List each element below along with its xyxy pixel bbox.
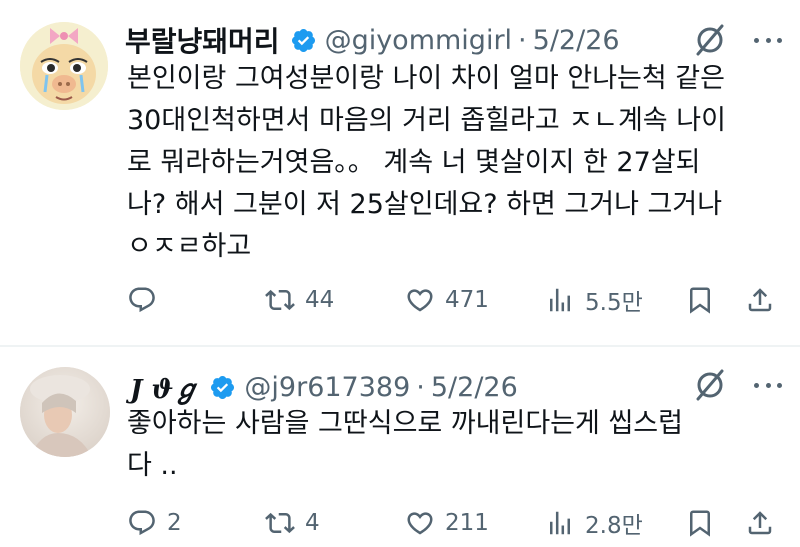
avatar-image — [20, 367, 110, 457]
share-button[interactable] — [745, 503, 775, 543]
bookmark-icon — [690, 510, 710, 537]
tweet-header: J ϑℊ @j9r617389 · 5/2/26 — [130, 367, 518, 407]
action-bar: 2 4 211 2.8만 — [127, 503, 787, 543]
reply-icon — [129, 510, 155, 536]
grok-icon[interactable] — [692, 22, 728, 58]
verified-badge-icon — [291, 28, 315, 52]
reply-count: 2 — [167, 510, 182, 536]
tweet-text-line: 본인이랑 그여성분이랑 나이 차이 얼마 안나는척 같은 — [127, 63, 725, 94]
views-button[interactable]: 2.8만 — [545, 503, 643, 543]
avatar[interactable] — [20, 22, 108, 110]
tweet-text-line: 나? 해서 그분이 저 25살인데요? 하면 그거나 그거나 — [127, 189, 723, 220]
view-count: 5.5만 — [585, 290, 643, 316]
tweet-text-line: 로 뭐라하는거엿음。。 계속 너 몇살이지 한 27살되 — [127, 147, 701, 178]
grok-icon[interactable] — [692, 367, 728, 403]
retweet-button[interactable]: 4 — [265, 503, 320, 543]
action-bar: 44 471 5.5만 — [127, 280, 787, 320]
handle[interactable]: @giyommigirl — [325, 25, 512, 56]
display-name[interactable]: 부랄냥돼머리 — [125, 20, 280, 60]
retweet-icon — [265, 289, 295, 311]
more-icon[interactable] — [748, 367, 788, 403]
tweet-header: 부랄냥돼머리 @giyommigirl · 5/2/26 — [125, 20, 620, 60]
like-button[interactable]: 471 — [405, 280, 489, 320]
views-button[interactable]: 5.5만 — [545, 280, 643, 320]
avatar-image — [20, 22, 108, 110]
tweet[interactable]: J ϑℊ @j9r617389 · 5/2/26 좋아하는 사람을 그딴식으로 … — [0, 347, 800, 547]
views-icon — [550, 511, 570, 535]
retweet-count: 4 — [305, 510, 320, 536]
share-button[interactable] — [745, 280, 775, 320]
reply-button[interactable]: 2 — [127, 503, 182, 543]
tweet-text-line: ㅇㅈㄹ하고 — [127, 231, 252, 262]
reply-icon — [129, 287, 155, 313]
tweet-date[interactable]: 5/2/26 — [431, 372, 518, 403]
display-name[interactable]: J ϑℊ — [130, 369, 199, 406]
avatar[interactable] — [20, 367, 110, 457]
share-icon — [748, 511, 772, 535]
bookmark-button[interactable] — [685, 280, 715, 320]
tweet-date[interactable]: 5/2/26 — [533, 25, 620, 56]
verified-badge-icon — [211, 375, 235, 399]
like-icon — [407, 289, 433, 312]
tweet-text: 좋아하는 사람을 그딴식으로 까내린다는게 씹스럽 다 .. — [127, 403, 683, 487]
separator: · — [518, 24, 527, 56]
tweet-text-line: 30대인척하면서 마음의 거리 좁힐라고 ㅈㄴ계속 나이 — [127, 105, 726, 136]
tweet-text-line: 다 .. — [127, 450, 178, 481]
retweet-count: 44 — [305, 287, 335, 313]
like-count: 471 — [445, 287, 489, 313]
views-icon — [550, 288, 570, 312]
tweet[interactable]: 부랄냥돼머리 @giyommigirl · 5/2/26 본인이랑 그여성분이랑… — [0, 0, 800, 345]
reply-button[interactable] — [127, 280, 167, 320]
view-count: 2.8만 — [585, 513, 643, 539]
retweet-icon — [265, 512, 295, 534]
bookmark-icon — [690, 287, 710, 314]
retweet-button[interactable]: 44 — [265, 280, 334, 320]
more-icon[interactable] — [748, 22, 788, 58]
tweet-text: 본인이랑 그여성분이랑 나이 차이 얼마 안나는척 같은 30대인척하면서 마음… — [127, 58, 726, 268]
like-icon — [407, 512, 433, 535]
separator: · — [416, 371, 425, 403]
like-button[interactable]: 211 — [405, 503, 489, 543]
bookmark-button[interactable] — [685, 503, 715, 543]
tweet-text-line: 좋아하는 사람을 그딴식으로 까내린다는게 씹스럽 — [127, 408, 683, 439]
like-count: 211 — [445, 510, 489, 536]
share-icon — [748, 288, 772, 312]
handle[interactable]: @j9r617389 — [244, 372, 410, 403]
